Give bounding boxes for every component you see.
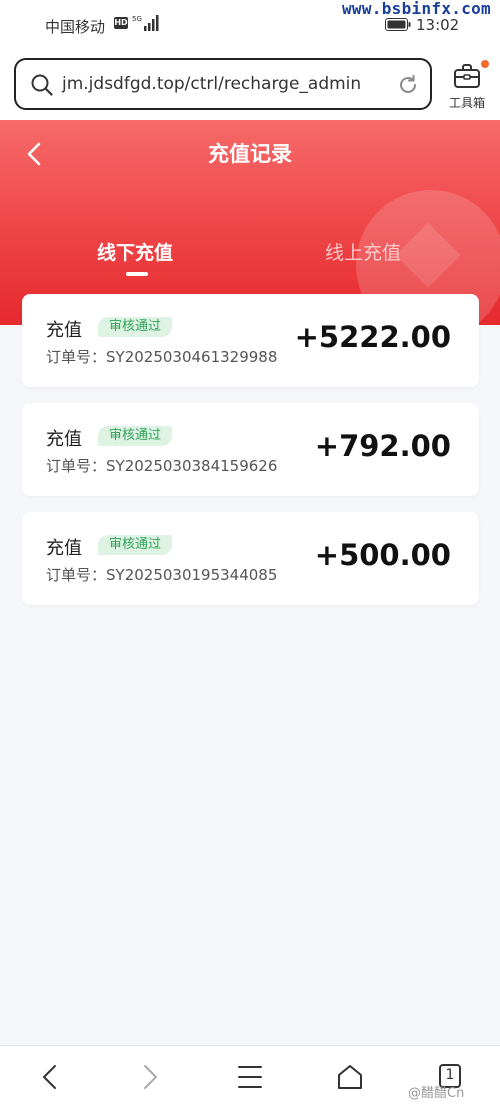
record-type: 充值 (46, 538, 82, 559)
order-number: 订单号：SY2025030461329988 (46, 346, 277, 367)
hd-badge: HD (114, 17, 128, 29)
page-title: 充值记录 (208, 142, 292, 166)
status-badge: 审核通过 (98, 426, 173, 446)
menu-icon[interactable] (235, 1062, 265, 1092)
record-amount: +792.00 (314, 429, 451, 463)
search-icon (31, 74, 53, 96)
tab-count: 1 (445, 1067, 455, 1083)
notification-dot (481, 60, 489, 68)
battery-icon (385, 18, 411, 31)
url-text[interactable]: jm.jdsdfgd.top/ctrl/recharge_admin (62, 74, 361, 94)
network-type-label: 5G (132, 15, 142, 23)
record-type: 充值 (46, 320, 82, 341)
record-card[interactable]: 充值 审核通过 订单号：SY2025030384159626 +792.00 (22, 403, 479, 496)
order-value: SY2025030195344085 (106, 566, 278, 584)
status-badge: 审核通过 (98, 317, 173, 337)
active-tab-indicator (126, 272, 148, 276)
order-number: 订单号：SY2025030384159626 (46, 455, 277, 476)
order-value: SY2025030384159626 (106, 457, 278, 475)
clock: 13:02 (416, 16, 460, 34)
record-list: 充值 审核通过 订单号：SY2025030461329988 +5222.00 … (22, 294, 479, 621)
order-value: SY2025030461329988 (106, 348, 278, 366)
record-amount: +5222.00 (294, 320, 451, 354)
footer-watermark: @醋醋Cn (408, 1086, 465, 1101)
record-card[interactable]: 充值 审核通过 订单号：SY2025030461329988 +5222.00 (22, 294, 479, 387)
order-label: 订单号： (46, 457, 107, 475)
tab-online-recharge[interactable]: 线上充值 (325, 238, 401, 265)
order-label: 订单号： (46, 348, 107, 366)
toolbox-icon (454, 64, 480, 88)
reload-icon[interactable] (396, 73, 420, 97)
home-icon[interactable] (335, 1062, 365, 1092)
browser-bottom-nav: 1 (0, 1045, 500, 1111)
carrier-name: 中国移动 (45, 18, 106, 36)
nav-back-icon[interactable] (35, 1062, 65, 1092)
signal-icon: 5G (132, 15, 159, 31)
status-badge: 审核通过 (98, 535, 173, 555)
status-bar: 中国移动 HD 5G www.bsbinfx.com 13:02 (0, 0, 500, 50)
record-type: 充值 (46, 429, 82, 450)
record-amount: +500.00 (314, 538, 451, 572)
browser-bar: jm.jdsdfgd.top/ctrl/recharge_admin 工具箱 (0, 50, 500, 120)
record-card[interactable]: 充值 审核通过 订单号：SY2025030195344085 +500.00 (22, 512, 479, 605)
toolbox-button[interactable]: 工具箱 (444, 60, 490, 112)
tab-offline-recharge[interactable]: 线下充值 (97, 238, 173, 265)
address-bar[interactable]: jm.jdsdfgd.top/ctrl/recharge_admin (14, 58, 432, 110)
nav-forward-icon[interactable] (135, 1062, 165, 1092)
order-label: 订单号： (46, 566, 107, 584)
toolbox-label: 工具箱 (448, 96, 485, 110)
order-number: 订单号：SY2025030195344085 (46, 564, 277, 585)
